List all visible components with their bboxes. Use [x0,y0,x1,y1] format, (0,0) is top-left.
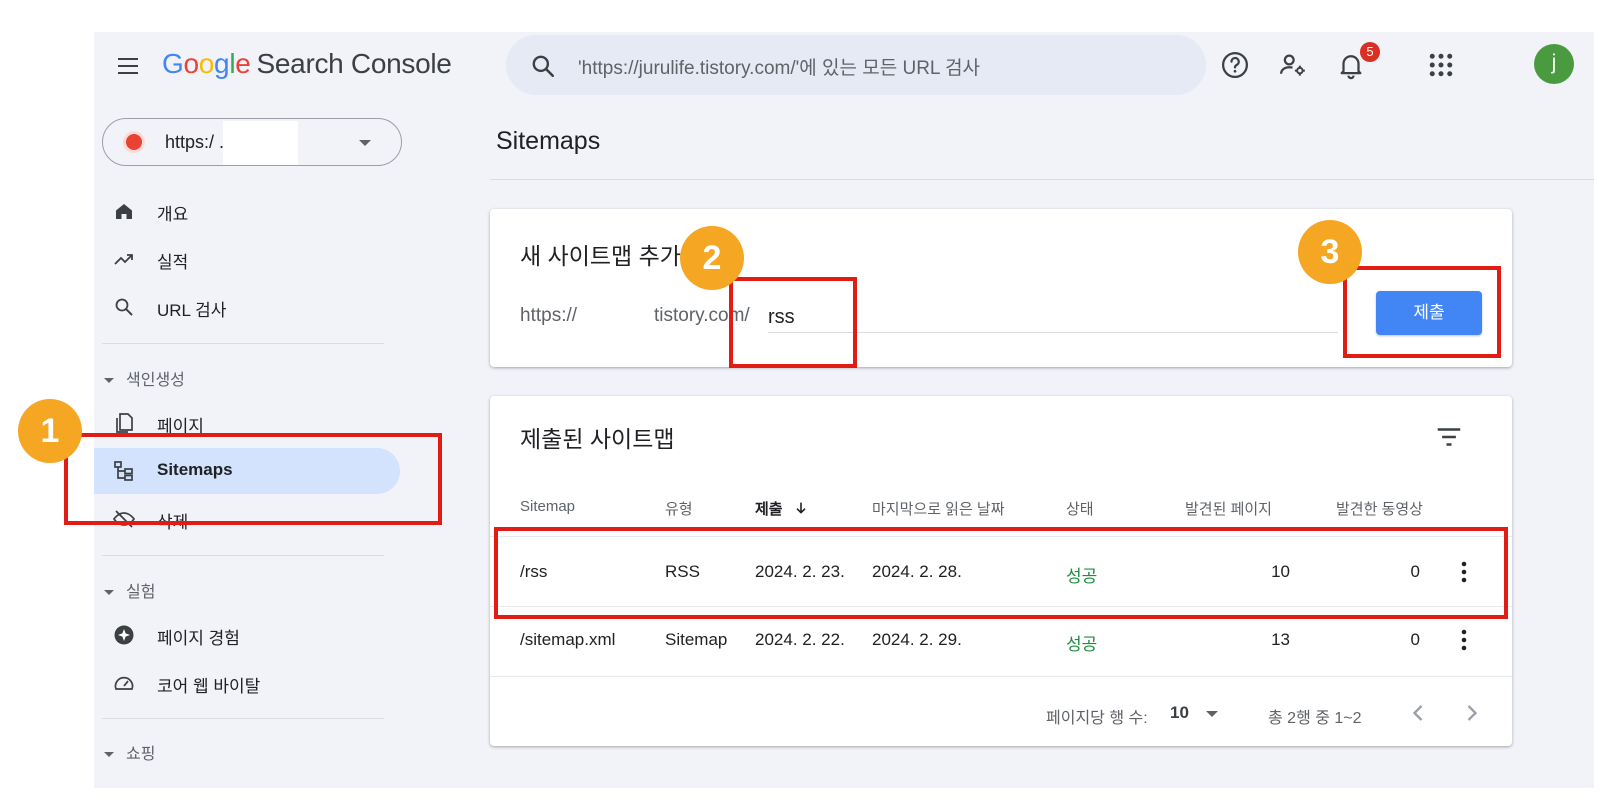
rows-per-page-label: 페이지당 행 수: [1046,710,1148,727]
cell-submitted: 2024. 2. 22. [755,630,845,649]
cell-sitemap: /sitemap.xml [520,630,616,649]
sidebar-item-url-inspection[interactable]: URL 검사 [94,284,400,330]
column-header-discovered-pages[interactable]: 발견된 페이지 [1185,498,1272,519]
rows-per-page-value: 10 [1170,703,1189,722]
sidebar-item-label: URL 검사 [157,301,227,320]
sidebar-item-label: 실적 [157,253,189,272]
title-divider [490,179,1594,180]
speedometer-icon [114,676,134,690]
site-favicon-icon [123,131,145,153]
sidebar-item-label: 코어 웹 바이탈 [157,677,261,696]
cell-pages: 13 [1271,630,1290,649]
annotation-highlight-sitemaps [64,433,442,525]
page-title: Sitemaps [496,127,601,155]
chevron-left-icon[interactable] [1404,698,1432,728]
url-inspect-search-bar[interactable]: 'https://jurulife.tistory.com/'에 있는 모든 U… [506,35,1206,95]
property-selector[interactable]: https:/ .tistor... [102,118,402,166]
sidebar-item-page-experience[interactable]: 페이지 경험 [94,612,400,658]
logo-letter: o [198,48,215,79]
step-badge-3: 3 [1298,220,1362,284]
collapse-icon [104,378,114,384]
hamburger-menu-icon[interactable] [114,54,142,78]
product-name: Search Console [256,48,452,79]
collapse-icon [104,590,114,596]
apps-grid-icon[interactable] [1426,50,1456,80]
annotation-highlight-rss-row [494,527,1508,619]
row-divider [490,676,1512,677]
sidebar-item-label: 페이지 경험 [157,629,240,648]
trending-up-icon [114,254,133,265]
filter-icon[interactable] [1434,422,1464,452]
nav-divider [102,343,384,344]
more-vert-icon[interactable] [1452,626,1476,654]
annotation-highlight-submit [1343,266,1501,358]
sidebar-item-overview[interactable]: 개요 [94,188,400,234]
search-console-app: Google Search Console 'https://jurulife.t… [94,32,1594,788]
logo-letter: G [162,48,184,79]
add-sitemap-title: 새 사이트맵 추가 [520,243,681,269]
annotation-highlight-input [729,277,857,368]
dropdown-arrow-icon [359,140,371,146]
cell-type: Sitemap [665,630,728,649]
redaction-mask [223,121,298,165]
rows-per-page-select[interactable]: 10 [1170,702,1232,726]
section-label: 쇼핑 [126,746,156,763]
url-prefix: https:// [520,305,578,326]
section-label: 색인생성 [126,372,185,389]
sidebar-item-performance[interactable]: 실적 [94,236,400,282]
help-icon[interactable] [1220,50,1250,80]
section-experience[interactable]: 실험 [104,578,155,602]
section-label: 실험 [126,584,156,601]
cell-status: 성공 [1066,635,1098,654]
column-header-status[interactable]: 상태 [1066,498,1094,519]
pagination-range: 총 2행 중 1~2 [1268,710,1362,727]
search-placeholder: 'https://jurulife.tistory.com/'에 있는 모든 U… [578,58,981,79]
search-icon [115,298,133,316]
collapse-icon [104,752,114,758]
chevron-right-icon[interactable] [1458,698,1486,728]
column-header-sitemap[interactable]: Sitemap [520,498,575,515]
nav-divider [102,555,384,556]
search-icon [532,55,555,78]
submitted-sitemaps-title: 제출된 사이트맵 [520,426,675,452]
account-avatar[interactable]: j [1534,44,1574,84]
step-badge-2: 2 [680,226,744,290]
notification-count-badge: 5 [1360,42,1380,62]
logo-letter: o [183,48,199,79]
column-header-discovered-videos[interactable]: 발견한 동영상 [1336,498,1423,519]
dropdown-arrow-icon [1206,711,1218,717]
column-header-type[interactable]: 유형 [665,498,693,519]
column-header-submitted[interactable]: 제출 [755,498,809,519]
section-indexing[interactable]: 색인생성 [104,366,185,390]
pages-icon [116,413,133,433]
logo-letter: e [235,48,251,79]
arrow-down-icon [796,502,806,514]
users-settings-icon[interactable] [1278,50,1308,80]
cell-last-read: 2024. 2. 29. [872,630,962,649]
cell-videos: 0 [1410,630,1420,649]
page-experience-icon [114,625,134,645]
section-shopping[interactable]: 쇼핑 [104,740,155,764]
sidebar-item-core-web-vitals[interactable]: 코어 웹 바이탈 [94,660,400,706]
sidebar-item-label: 개요 [157,205,189,224]
logo-letter: g [214,48,230,79]
nav-divider [102,718,384,719]
home-icon [116,204,132,219]
column-header-label: 제출 [755,501,783,518]
step-badge-1: 1 [18,399,82,463]
product-logo[interactable]: Google Search Console [162,48,452,80]
column-header-last-read[interactable]: 마지막으로 읽은 날짜 [872,498,1005,519]
